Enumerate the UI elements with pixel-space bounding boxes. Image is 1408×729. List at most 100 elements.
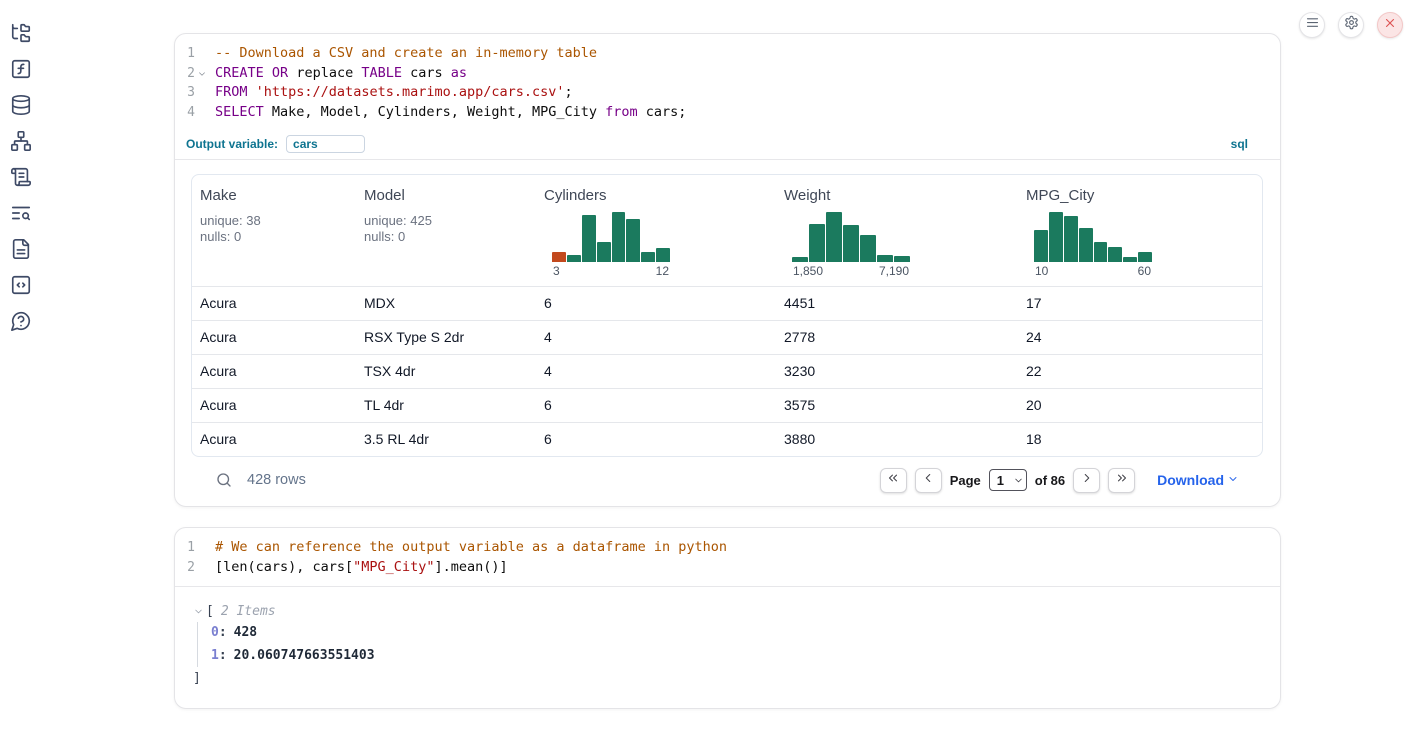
table-row[interactable]: AcuraMDX6445117 <box>192 286 1262 320</box>
item-value: 428 <box>234 625 257 640</box>
language-tag-sql[interactable]: sql <box>1231 137 1248 151</box>
histogram-bar <box>656 248 670 262</box>
download-button[interactable]: Download <box>1157 472 1239 488</box>
python-cell-output: [ 2 Items 0:4281:20.060747663551403 ] <box>175 587 1280 708</box>
code-text: FROM 'https://datasets.marimo.app/cars.c… <box>208 83 573 103</box>
outline-search-icon[interactable] <box>10 202 32 224</box>
hist-max-label: 12 <box>656 264 669 278</box>
table-cell: 3230 <box>776 363 1018 379</box>
code-line[interactable]: 1-- Download a CSV and create an in-memo… <box>175 44 1280 64</box>
column-stats: unique: 425nulls: 0 <box>364 213 528 246</box>
column-name: Cylinders <box>544 187 768 204</box>
table-cell: Acura <box>192 329 356 345</box>
code-text: -- Download a CSV and create an in-memor… <box>208 44 597 64</box>
line-number: 2 <box>175 558 195 578</box>
prev-page-button[interactable] <box>915 468 942 493</box>
table-row[interactable]: AcuraTL 4dr6357520 <box>192 388 1262 422</box>
histogram-bar <box>860 235 876 262</box>
column-histogram: 1,8507,190 <box>792 210 910 278</box>
table-cell: 3880 <box>776 431 1018 447</box>
chevrons-left-icon <box>886 471 900 490</box>
histogram-bar <box>612 212 626 262</box>
code-line[interactable]: 2[len(cars), cars["MPG_City"].mean()] <box>175 558 1280 578</box>
table-cell: 3.5 RL 4dr <box>356 431 536 447</box>
hist-min-label: 10 <box>1035 264 1048 278</box>
code-line[interactable]: 1# We can reference the output variable … <box>175 538 1280 558</box>
output-variable-input[interactable] <box>286 135 365 153</box>
item-index: 1 <box>211 648 219 663</box>
notebook: 1 -- Download a CSV and create an in-memo… <box>174 33 1281 709</box>
histogram-bar <box>809 224 825 262</box>
table-row[interactable]: AcuraTSX 4dr4323022 <box>192 354 1262 388</box>
histogram-bar <box>597 242 611 262</box>
histogram-bar <box>1034 230 1048 262</box>
column-header-weight[interactable]: Weight1,8507,190 <box>776 175 1018 286</box>
page-select[interactable]: 1 <box>989 469 1027 491</box>
fold-chevron-icon[interactable] <box>195 64 208 84</box>
close-icon <box>1383 16 1397 35</box>
file-tree-icon[interactable] <box>10 22 32 44</box>
settings-button[interactable] <box>1338 12 1364 38</box>
sql-cell-output: Makeunique: 38nulls: 0Modelunique: 425nu… <box>175 160 1280 506</box>
histogram-bar <box>1079 228 1093 262</box>
item-separator: : <box>219 625 227 640</box>
python-cell: 1# We can reference the output variable … <box>174 527 1281 709</box>
gutter-spacer <box>195 558 208 578</box>
search-icon[interactable] <box>215 471 233 489</box>
column-header-cylinders[interactable]: Cylinders312 <box>536 175 776 286</box>
logs-scroll-icon[interactable] <box>10 166 32 188</box>
snippets-code-icon[interactable] <box>10 274 32 296</box>
variables-function-icon[interactable] <box>10 58 32 80</box>
histogram-bar <box>626 219 640 262</box>
gutter-spacer <box>195 538 208 558</box>
table-cell: MDX <box>356 295 536 311</box>
rows-count: 428 rows <box>247 472 306 488</box>
line-number: 4 <box>175 103 195 123</box>
items-count-label: 2 Items <box>221 604 276 619</box>
gear-icon <box>1344 15 1359 35</box>
table-cell: 20 <box>1018 397 1262 413</box>
item-index: 0 <box>211 625 219 640</box>
list-item: 0:428 <box>211 622 1262 645</box>
histogram-bar <box>582 215 596 262</box>
table-row[interactable]: AcuraRSX Type S 2dr4277824 <box>192 320 1262 354</box>
datasources-database-icon[interactable] <box>10 94 32 116</box>
menu-button[interactable] <box>1299 12 1325 38</box>
histogram-bar <box>1094 242 1108 262</box>
histogram-bar <box>1064 216 1078 262</box>
column-header-mpg_city[interactable]: MPG_City1060 <box>1018 175 1262 286</box>
column-histogram: 10 60 <box>1034 210 1152 278</box>
data-table: Makeunique: 38nulls: 0Modelunique: 425nu… <box>191 174 1263 457</box>
line-number: 3 <box>175 83 195 103</box>
code-line[interactable]: 4SELECT Make, Model, Cylinders, Weight, … <box>175 103 1280 123</box>
hist-max-label: 60 <box>1138 264 1151 278</box>
page-total: of 86 <box>1035 473 1065 488</box>
next-page-button[interactable] <box>1073 468 1100 493</box>
code-line[interactable]: 3 FROM 'https://datasets.marimo.app/cars.… <box>175 83 1280 103</box>
histogram-bar <box>843 225 859 262</box>
histogram-bar <box>552 252 566 262</box>
histogram-bar <box>641 252 655 262</box>
code-line[interactable]: 2CREATE OR replace TABLE cars as <box>175 64 1280 84</box>
column-header-model[interactable]: Modelunique: 425nulls: 0 <box>356 175 536 286</box>
column-header-make[interactable]: Makeunique: 38nulls: 0 <box>192 175 356 286</box>
documentation-file-icon[interactable] <box>10 238 32 260</box>
last-page-button[interactable] <box>1108 468 1135 493</box>
close-button[interactable] <box>1377 12 1403 38</box>
python-code-editor[interactable]: 1# We can reference the output variable … <box>175 528 1280 587</box>
table-row[interactable]: Acura3.5 RL 4dr6388018 <box>192 422 1262 456</box>
first-page-button[interactable] <box>880 468 907 493</box>
sql-code-editor[interactable]: 1-- Download a CSV and create an in-memo… <box>175 34 1280 132</box>
dependency-graph-icon[interactable] <box>10 130 32 152</box>
collapse-chevron-icon[interactable] <box>193 606 204 617</box>
table-footer: 428 rows Page 1 of 86 Download <box>191 457 1263 506</box>
histogram-bar <box>1123 257 1137 262</box>
table-cell: 3575 <box>776 397 1018 413</box>
histogram-bar <box>826 212 842 262</box>
sql-cell: 1 -- Download a CSV and create an in-memo… <box>174 33 1281 507</box>
code-text: CREATE OR replace TABLE cars as <box>208 64 467 84</box>
download-label: Download <box>1157 472 1224 488</box>
chevrons-right-icon <box>1115 471 1129 490</box>
line-number: 1 <box>175 538 195 558</box>
help-chat-icon[interactable] <box>10 310 32 332</box>
